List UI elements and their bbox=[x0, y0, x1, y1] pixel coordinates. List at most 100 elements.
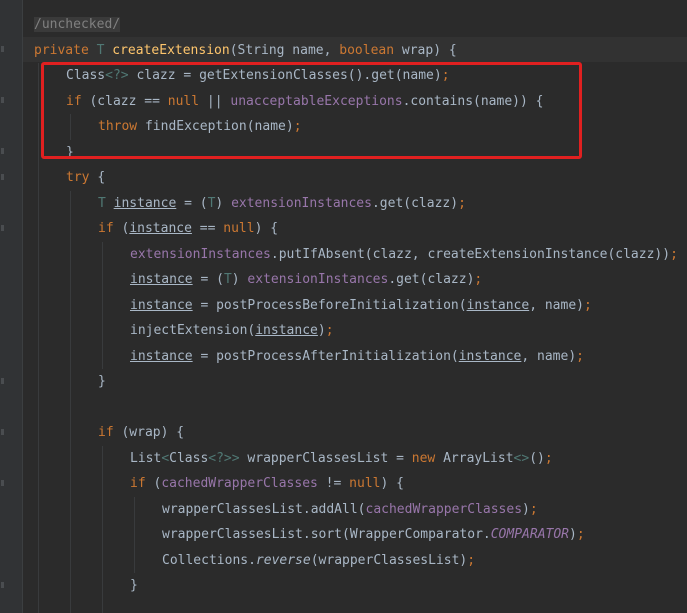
code-line[interactable]: private T createExtension(String name, b… bbox=[0, 38, 687, 64]
code-text[interactable]: wrapperClassesList.sort(WrapperComparato… bbox=[162, 522, 585, 548]
code-token: = ( bbox=[192, 272, 224, 287]
code-line[interactable]: T instance = (T) extensionInstances.get(… bbox=[0, 190, 687, 217]
code-line[interactable]: instance = (T) extensionInstances.get(cl… bbox=[0, 267, 687, 293]
code-token: instance bbox=[255, 323, 318, 338]
code-token: ) bbox=[522, 501, 530, 517]
indent-guide bbox=[38, 547, 39, 573]
code-text[interactable]: List<Class<?>> wrapperClassesList = new … bbox=[130, 446, 553, 472]
code-token: T bbox=[98, 195, 114, 211]
code-line[interactable]: instance = postProcessBeforeInitializati… bbox=[0, 292, 687, 319]
indent-guide bbox=[70, 369, 71, 395]
code-token: ; bbox=[576, 527, 585, 542]
indent-guide bbox=[38, 522, 39, 548]
indent-guide bbox=[70, 420, 71, 446]
indent-guide bbox=[70, 496, 71, 522]
code-editor[interactable]: /unchecked/ private T createExtension(St… bbox=[0, 0, 687, 613]
code-text[interactable]: if (cachedWrapperClasses != null) { bbox=[130, 471, 404, 497]
code-token: null bbox=[223, 221, 255, 236]
code-token: cachedWrapperClasses bbox=[365, 501, 523, 517]
code-token: ) bbox=[317, 323, 326, 338]
code-line[interactable] bbox=[0, 598, 687, 613]
code-token: if bbox=[98, 221, 122, 236]
code-text[interactable]: try { bbox=[66, 165, 105, 191]
indent-guide bbox=[102, 292, 103, 318]
indent-guide bbox=[102, 547, 103, 573]
code-token: wrapperClassesList = bbox=[239, 450, 412, 466]
code-text[interactable]: } bbox=[130, 573, 138, 599]
code-line[interactable]: injectExtension(instance); bbox=[0, 318, 687, 344]
indent-guide bbox=[70, 241, 71, 267]
code-token: .get(clazz) bbox=[371, 195, 459, 211]
code-token: if bbox=[98, 425, 122, 440]
code-token: ; bbox=[576, 348, 584, 364]
code-text[interactable]: injectExtension(instance); bbox=[130, 318, 334, 344]
code-token: ) { bbox=[380, 476, 404, 491]
code-token: { bbox=[97, 170, 106, 185]
code-text[interactable]: instance = postProcessAfterInitializatio… bbox=[130, 344, 584, 370]
code-line[interactable]: if (instance == null) { bbox=[0, 216, 687, 242]
indent-guide bbox=[70, 292, 71, 318]
code-line[interactable]: extensionInstances.putIfAbsent(clazz, cr… bbox=[0, 241, 687, 268]
indent-guide bbox=[102, 241, 103, 267]
indent-guide bbox=[38, 165, 39, 191]
code-token: instance bbox=[113, 195, 177, 211]
indent-guide bbox=[38, 63, 39, 89]
indent-guide bbox=[38, 267, 39, 293]
code-text[interactable]: private T createExtension(String name, b… bbox=[34, 38, 457, 64]
code-token: ArrayList bbox=[443, 450, 514, 466]
code-line[interactable]: wrapperClassesList.sort(WrapperComparato… bbox=[0, 522, 687, 548]
code-line[interactable]: Collections.reverse(wrapperClassesList); bbox=[0, 547, 687, 574]
code-token: = postProcessAfterInitialization( bbox=[192, 348, 459, 364]
code-text[interactable]: Collections.reverse(wrapperClassesList); bbox=[162, 548, 475, 574]
indent-guide bbox=[70, 471, 71, 497]
indent-guide bbox=[38, 420, 39, 446]
indent-guide bbox=[102, 522, 103, 548]
code-token: COMPARATOR bbox=[490, 527, 570, 542]
code-line[interactable] bbox=[0, 394, 687, 420]
indent-guide bbox=[70, 445, 71, 471]
code-token: ) bbox=[569, 527, 577, 542]
indent-guide bbox=[38, 216, 39, 242]
code-token: , name) bbox=[529, 297, 584, 313]
code-text[interactable]: T instance = (T) extensionInstances.get(… bbox=[98, 191, 466, 217]
code-line[interactable]: wrapperClassesList.addAll(cachedWrapperC… bbox=[0, 496, 687, 523]
indent-guide bbox=[102, 471, 103, 497]
code-text[interactable]: } bbox=[98, 369, 106, 395]
code-token: .putIfAbsent(clazz, bbox=[270, 246, 428, 262]
code-text[interactable]: instance = postProcessBeforeInitializati… bbox=[130, 293, 592, 319]
code-token: createExtensionInstance(clazz)) bbox=[427, 246, 671, 262]
code-text[interactable]: if (instance == null) { bbox=[98, 216, 278, 242]
code-line[interactable]: if (cachedWrapperClasses != null) { bbox=[0, 471, 687, 497]
code-token: extensionInstances bbox=[247, 272, 389, 287]
indent-guide bbox=[102, 318, 103, 344]
code-token: null bbox=[349, 476, 381, 491]
code-token: wrapperClassesList.sort(WrapperComparato… bbox=[162, 527, 491, 542]
code-line[interactable]: /unchecked/ bbox=[0, 12, 687, 38]
code-text[interactable]: extensionInstances.putIfAbsent(clazz, cr… bbox=[130, 242, 678, 268]
code-text[interactable]: instance = (T) extensionInstances.get(cl… bbox=[130, 267, 482, 293]
code-token: if bbox=[130, 476, 154, 491]
indent-guide bbox=[38, 496, 39, 522]
code-line[interactable]: } bbox=[0, 369, 687, 395]
code-token: private bbox=[34, 42, 97, 58]
indent-guide bbox=[70, 267, 71, 293]
indent-guide bbox=[38, 369, 39, 395]
code-line[interactable]: if (wrap) { bbox=[0, 420, 687, 446]
indent-guide bbox=[102, 573, 103, 599]
code-text[interactable]: wrapperClassesList.addAll(cachedWrapperC… bbox=[162, 497, 538, 523]
code-token: , name) bbox=[521, 348, 577, 364]
code-line[interactable]: try { bbox=[0, 165, 687, 191]
code-token: Collections. bbox=[162, 552, 256, 568]
code-line[interactable]: List<Class<?>> wrapperClassesList = new … bbox=[0, 445, 687, 472]
code-line[interactable]: } bbox=[0, 573, 687, 599]
indent-guide bbox=[70, 343, 71, 369]
code-token: () bbox=[529, 450, 545, 466]
indent-guide bbox=[134, 496, 135, 522]
code-token: instance bbox=[130, 272, 193, 287]
code-token: ; bbox=[670, 246, 678, 262]
code-token: reverse bbox=[255, 552, 311, 568]
code-text[interactable]: if (wrap) { bbox=[98, 420, 184, 446]
code-line[interactable]: instance = postProcessAfterInitializatio… bbox=[0, 343, 687, 370]
code-token: List bbox=[130, 450, 162, 466]
code-text[interactable]: /unchecked/ bbox=[34, 12, 121, 38]
